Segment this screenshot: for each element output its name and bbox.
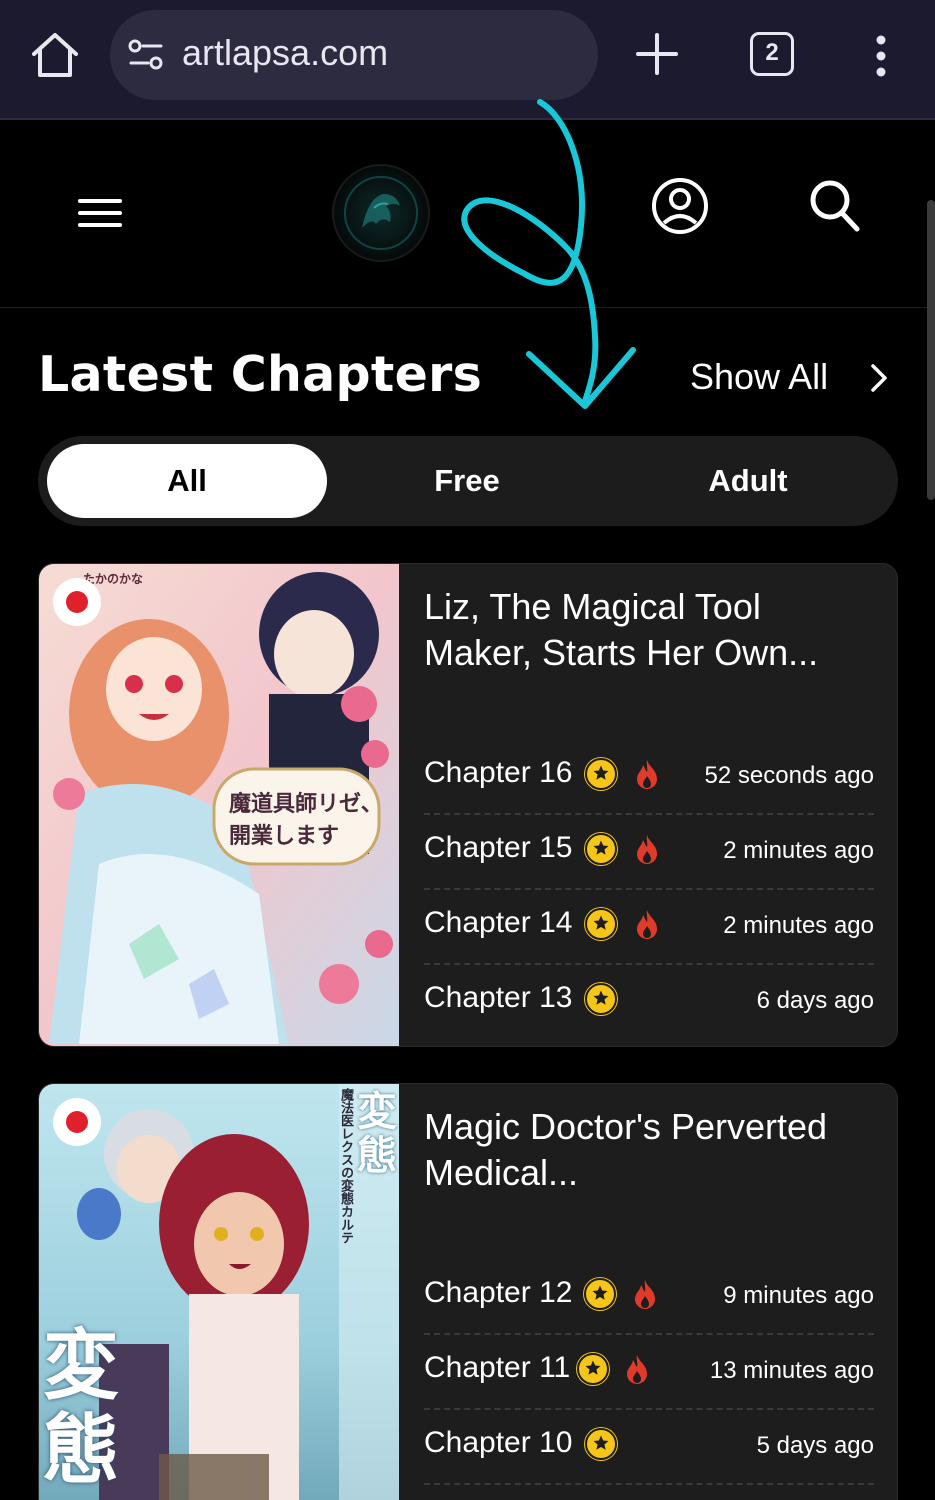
chapter-label: Chapter 13 [424, 981, 573, 1014]
scrollbar[interactable] [927, 200, 935, 500]
chapter-label: Chapter 14 [424, 906, 573, 939]
chapter-time: 5 days ago [756, 1432, 874, 1459]
chapter-label: Chapter 16 [424, 756, 573, 789]
fire-icon [624, 1353, 650, 1385]
cover-title-art: 魔道具師リゼ、開業します [229, 791, 383, 849]
filter-tab-adult[interactable]: Adult [608, 444, 888, 518]
chapter-time: 2 minutes ago [723, 912, 874, 939]
plus-icon[interactable] [636, 33, 678, 75]
star-icon [585, 983, 617, 1015]
chapter-time: 13 minutes ago [709, 1357, 874, 1384]
series-cover[interactable]: 魔道具師リゼ、開業します たかのかな [39, 564, 399, 1046]
chapter-row[interactable]: Chapter 16 52 seconds ago [424, 740, 874, 815]
chapter-time: 6 days ago [756, 987, 874, 1014]
cover-title-art: 変態 [43, 1321, 119, 1494]
fire-icon [634, 833, 660, 865]
tab-switcher-icon[interactable]: 2 [750, 32, 794, 76]
chapter-label: Chapter 10 [424, 1426, 573, 1459]
chapter-time: 2 minutes ago [723, 837, 874, 864]
series-title[interactable]: Liz, The Magical Tool Maker, Starts Her … [424, 584, 864, 676]
chevron-right-icon[interactable] [868, 362, 890, 394]
star-icon [577, 1353, 609, 1385]
site-logo[interactable] [332, 164, 430, 262]
url-text: artlapsa.com [182, 32, 389, 73]
star-icon [585, 833, 617, 865]
chapter-row[interactable]: Chapter 12 9 minutes ago [424, 1260, 874, 1335]
star-icon [585, 1428, 617, 1460]
chapter-time: 52 seconds ago [704, 762, 874, 789]
chapter-label: Chapter 15 [424, 831, 573, 864]
browser-toolbar: artlapsa.com 2 [0, 0, 935, 120]
chapter-row[interactable]: Chapter 11 13 minutes ago [424, 1335, 874, 1410]
fire-icon [634, 758, 660, 790]
chapter-label: Chapter 12 [424, 1276, 573, 1309]
adult-badge-icon [53, 578, 101, 626]
series-card[interactable]: 変態 変態 魔法医レクスの変態カルテ Magic Doctor's Perver… [38, 1083, 898, 1500]
chapter-row[interactable]: Chapter 15 2 minutes ago [424, 815, 874, 890]
star-icon [584, 1278, 616, 1310]
search-icon[interactable] [808, 178, 862, 234]
site-settings-icon[interactable] [128, 38, 164, 72]
filter-tabs: All Free Adult [38, 436, 898, 526]
more-vert-icon[interactable] [866, 34, 896, 78]
adult-badge-icon [53, 1098, 101, 1146]
address-bar[interactable]: artlapsa.com [110, 10, 598, 100]
star-icon [585, 758, 617, 790]
show-all-link[interactable]: Show All [690, 356, 828, 398]
fire-icon [634, 908, 660, 940]
chapter-row[interactable]: Chapter 14 2 minutes ago [424, 890, 874, 965]
chapter-label: Chapter 11 [424, 1351, 571, 1384]
star-icon [585, 908, 617, 940]
filter-tab-all[interactable]: All [47, 444, 327, 518]
filter-tab-free[interactable]: Free [327, 444, 607, 518]
cover-title-art: 変態 [357, 1088, 397, 1179]
hamburger-icon[interactable] [78, 196, 122, 230]
series-card[interactable]: 魔道具師リゼ、開業します たかのかな Liz, The Magical Tool… [38, 563, 898, 1047]
chapter-time: 9 minutes ago [723, 1282, 874, 1309]
user-icon[interactable] [650, 176, 710, 236]
section-title: Latest Chapters [38, 346, 483, 403]
series-title[interactable]: Magic Doctor's Perverted Medical... [424, 1104, 864, 1196]
chapter-row[interactable]: Chapter 13 6 days ago [424, 965, 874, 1040]
home-icon[interactable] [28, 30, 82, 80]
fire-icon [632, 1278, 658, 1310]
cover-subtitle-art: 魔法医レクスの変態カルテ [338, 1088, 353, 1244]
site-header [0, 122, 935, 308]
series-cover[interactable]: 変態 変態 魔法医レクスの変態カルテ [39, 1084, 399, 1500]
chapter-row[interactable]: Chapter 10 5 days ago [424, 1410, 874, 1485]
